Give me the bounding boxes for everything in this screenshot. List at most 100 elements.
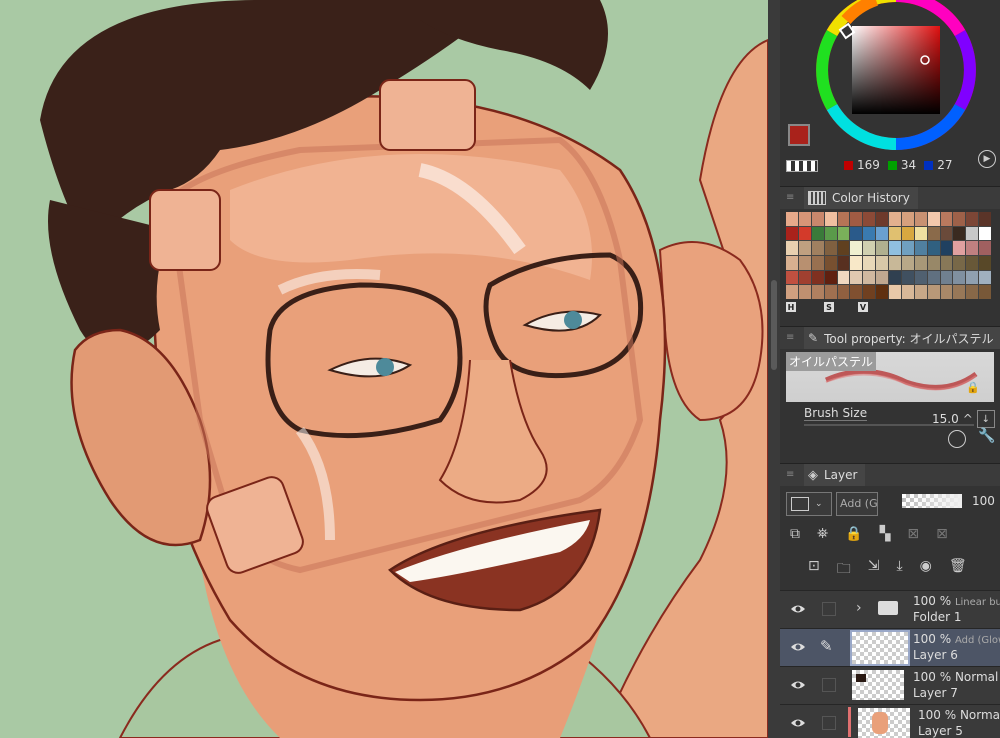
color-history-swatch[interactable]: [863, 212, 876, 226]
lock-layer-icon[interactable]: 🔒: [845, 526, 862, 548]
color-history-swatch[interactable]: [889, 256, 901, 270]
color-history-swatch[interactable]: [863, 256, 876, 270]
color-history-swatch[interactable]: [889, 285, 901, 299]
play-icon[interactable]: ▶: [978, 150, 996, 168]
color-history-swatch[interactable]: [798, 241, 811, 255]
visibility-eye-icon[interactable]: [790, 716, 806, 730]
new-raster-layer-icon[interactable]: ⊡: [808, 558, 820, 580]
color-history-swatch[interactable]: [927, 256, 940, 270]
color-history-swatch[interactable]: [798, 226, 811, 241]
layer-select-checkbox[interactable]: [822, 716, 836, 730]
color-history-swatch[interactable]: [927, 212, 940, 226]
color-history-swatch[interactable]: [837, 226, 850, 241]
transparent-color-swatch[interactable]: [786, 160, 818, 172]
color-history-swatch[interactable]: [786, 285, 798, 299]
chevron-right-icon[interactable]: ›: [856, 600, 862, 616]
color-history-swatch[interactable]: [824, 226, 837, 241]
color-history-swatch[interactable]: [863, 270, 876, 285]
color-history-swatch[interactable]: [966, 256, 979, 270]
color-history-swatch[interactable]: [889, 270, 901, 285]
tab-color-history[interactable]: Color History: [804, 187, 918, 209]
color-history-swatch[interactable]: [979, 212, 991, 226]
color-history-swatch[interactable]: [914, 241, 927, 255]
mask-show-icon[interactable]: ⊠: [936, 526, 948, 548]
color-history-swatch[interactable]: [786, 212, 798, 226]
color-history-swatch[interactable]: [811, 256, 824, 270]
opacity-value[interactable]: 100: [972, 494, 995, 508]
color-history-swatch[interactable]: [966, 226, 979, 241]
color-history-swatch[interactable]: [953, 212, 966, 226]
color-history-swatch[interactable]: [953, 285, 966, 299]
color-history-swatch[interactable]: [940, 285, 953, 299]
blend-mode-dropdown[interactable]: Add (Glow): [836, 492, 878, 516]
color-history-swatch[interactable]: [889, 212, 901, 226]
visibility-eye-icon[interactable]: [790, 640, 806, 654]
color-history-swatch[interactable]: [914, 285, 927, 299]
blend-shape-dropdown[interactable]: ⌄: [786, 492, 832, 516]
color-history-swatch[interactable]: [966, 270, 979, 285]
color-history-swatch[interactable]: [837, 241, 850, 255]
color-history-swatch[interactable]: [850, 256, 863, 270]
layer-mask-icon[interactable]: ◉: [920, 558, 932, 580]
color-history-swatch[interactable]: [850, 212, 863, 226]
color-history-swatch[interactable]: [850, 270, 863, 285]
color-history-swatch[interactable]: [824, 212, 837, 226]
layer-row-layer-7[interactable]: 100 % Normal Layer 7: [780, 666, 1000, 704]
grip-icon[interactable]: ≡: [786, 333, 794, 343]
color-history-swatch[interactable]: [850, 285, 863, 299]
scrollbar-thumb[interactable]: [771, 280, 777, 370]
new-folder-icon[interactable]: 🗀: [837, 558, 851, 580]
opacity-slider[interactable]: [902, 494, 962, 508]
color-history-swatch[interactable]: [824, 241, 837, 255]
color-history-swatch[interactable]: [863, 241, 876, 255]
color-history-swatch[interactable]: [837, 285, 850, 299]
brush-size-slider-button[interactable]: ↓: [976, 410, 995, 428]
color-history-swatch[interactable]: [876, 270, 888, 285]
color-history-swatch[interactable]: [786, 241, 798, 255]
color-history-swatch[interactable]: [953, 256, 966, 270]
reference-layer-icon[interactable]: ⛯: [817, 526, 828, 548]
color-history-swatch[interactable]: [979, 256, 991, 270]
reset-icon[interactable]: [948, 430, 966, 448]
lock-transparent-icon[interactable]: ▚: [880, 526, 891, 548]
color-history-swatch[interactable]: [927, 241, 940, 255]
color-history-swatch[interactable]: [876, 212, 888, 226]
color-history-swatch[interactable]: [979, 285, 991, 299]
color-history-swatch[interactable]: [798, 285, 811, 299]
layer-row-layer-6[interactable]: ✎ 100 % Add (Glow) Layer 6: [780, 628, 1000, 666]
color-history-swatch[interactable]: [876, 285, 888, 299]
color-history-swatch[interactable]: [966, 241, 979, 255]
color-history-swatch[interactable]: [837, 256, 850, 270]
color-history-swatch[interactable]: [876, 241, 888, 255]
color-history-swatch[interactable]: [940, 226, 953, 241]
color-history-swatch[interactable]: [927, 270, 940, 285]
color-history-swatch[interactable]: [927, 285, 940, 299]
color-history-swatch[interactable]: [876, 226, 888, 241]
drawing-canvas[interactable]: [0, 0, 768, 738]
color-history-grid[interactable]: [786, 212, 991, 299]
visibility-eye-icon[interactable]: [790, 678, 806, 692]
color-history-swatch[interactable]: [824, 270, 837, 285]
color-history-swatch[interactable]: [966, 212, 979, 226]
color-history-swatch[interactable]: [837, 270, 850, 285]
layer-select-checkbox[interactable]: [822, 602, 836, 616]
color-history-swatch[interactable]: [786, 270, 798, 285]
color-history-swatch[interactable]: [863, 285, 876, 299]
canvas-scrollbar[interactable]: [768, 0, 780, 738]
color-history-swatch[interactable]: [940, 212, 953, 226]
color-history-swatch[interactable]: [798, 256, 811, 270]
color-history-swatch[interactable]: [811, 241, 824, 255]
color-history-swatch[interactable]: [889, 226, 901, 241]
tab-tool-property[interactable]: ✎ Tool property: オイルパステル: [804, 327, 1000, 349]
color-history-swatch[interactable]: [940, 270, 953, 285]
color-history-swatch[interactable]: [966, 285, 979, 299]
color-history-swatch[interactable]: [811, 270, 824, 285]
mask-enable-icon[interactable]: ⊠: [907, 526, 919, 548]
color-history-swatch[interactable]: [837, 212, 850, 226]
color-history-swatch[interactable]: [901, 212, 914, 226]
color-history-swatch[interactable]: [786, 256, 798, 270]
trash-icon[interactable]: 🗑: [949, 558, 967, 580]
layer-row-folder-1[interactable]: › 100 % Linear burn Folder 1: [780, 590, 1000, 628]
color-history-swatch[interactable]: [811, 226, 824, 241]
wrench-icon[interactable]: 🔧: [978, 428, 995, 444]
